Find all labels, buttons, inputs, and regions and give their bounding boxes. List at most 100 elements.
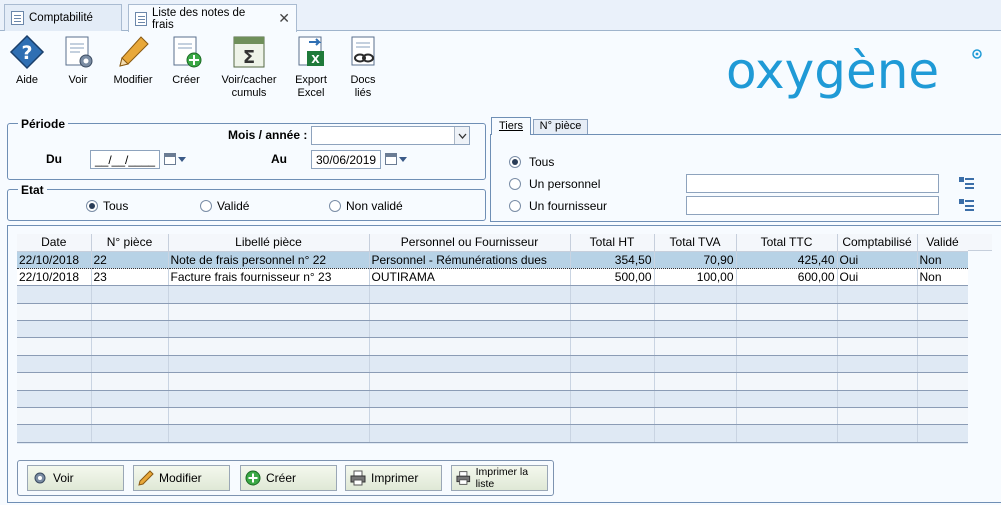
bottom-imprimer-button[interactable]: Imprimer <box>345 465 442 491</box>
column-header[interactable]: Total TTC <box>736 234 838 252</box>
du-date-field[interactable]: __/__/____ <box>90 150 160 169</box>
view-document-icon <box>65 36 93 68</box>
table-cell: 23 <box>91 268 169 287</box>
table-cell <box>369 372 571 391</box>
table-cell <box>17 320 92 339</box>
etat-radio-tous[interactable] <box>86 200 98 212</box>
table-row[interactable] <box>17 355 968 374</box>
calendar-icon[interactable] <box>385 153 397 165</box>
table-cell <box>654 407 737 426</box>
table-cell <box>168 424 370 443</box>
tab-tiers[interactable]: Tiers <box>491 117 531 135</box>
table-row[interactable] <box>17 390 968 409</box>
bottom-modifier-button[interactable]: Modifier <box>133 465 230 491</box>
table-cell: Oui <box>837 268 918 287</box>
personnel-input[interactable] <box>686 174 939 193</box>
table-cell <box>369 337 571 356</box>
table-cell: 100,00 <box>654 268 737 287</box>
column-header[interactable]: Date <box>17 234 92 252</box>
table-cell <box>17 372 92 391</box>
select-list-icon[interactable] <box>958 198 975 212</box>
voir-cacher-cumuls-button[interactable]: Σ Voir/cacher cumuls <box>218 34 280 100</box>
column-header[interactable]: Comptabilisé <box>837 234 918 252</box>
table-cell <box>168 320 370 339</box>
tiers-radio-personnel[interactable] <box>509 178 521 190</box>
table-cell <box>837 303 918 322</box>
table-row[interactable] <box>17 285 968 304</box>
table-cell <box>168 390 370 409</box>
table-cell <box>837 355 918 374</box>
table-row[interactable] <box>17 337 968 356</box>
column-header[interactable]: Personnel ou Fournisseur <box>369 234 571 252</box>
table-cell <box>736 372 838 391</box>
modifier-button[interactable]: Modifier <box>106 34 160 100</box>
voir-button[interactable]: Voir <box>51 34 105 100</box>
calendar-icon[interactable] <box>164 153 176 165</box>
table-cell <box>736 390 838 409</box>
table-row[interactable]: 22/10/2018 22 Note de frais personnel n° 2… <box>17 250 968 269</box>
etat-radio-valide[interactable] <box>200 200 212 212</box>
export-excel-button[interactable]: X Export Excel <box>284 34 338 100</box>
help-icon: ? <box>9 34 45 70</box>
svg-text:X: X <box>311 53 320 66</box>
etat-radio-non-valide[interactable] <box>329 200 341 212</box>
tiers-label-personnel: Un personnel <box>529 177 601 191</box>
logo-text: oxygène <box>726 48 939 100</box>
notes-table-container: Date N° pièce Libellé pièce Personnel ou Fo… <box>17 234 968 444</box>
tiers-radio-tous[interactable] <box>509 156 521 168</box>
column-header[interactable]: Total HT <box>570 234 655 252</box>
bottom-voir-button[interactable]: Voir <box>27 465 124 491</box>
table-cell <box>91 285 169 304</box>
bottom-imprimer-liste-button[interactable]: Imprimer la liste <box>451 465 548 491</box>
tiers-radio-fournisseur[interactable] <box>509 200 521 212</box>
au-date-field[interactable]: 30/06/2019 <box>311 150 381 169</box>
mois-annee-select[interactable] <box>311 126 470 145</box>
tab-n-piece[interactable]: N° pièce <box>533 119 588 134</box>
dropdown-arrow-icon[interactable] <box>399 157 407 162</box>
table-cell <box>17 390 92 409</box>
plus-icon <box>245 470 261 486</box>
table-cell <box>736 424 838 443</box>
table-row[interactable]: 22/10/2018 23 Facture frais fournisseur n°… <box>17 268 968 287</box>
table-cell <box>654 303 737 322</box>
aide-button[interactable]: ? Aide <box>0 34 54 100</box>
tab-liste-notes-de-frais[interactable]: Liste des notes de frais ✕ <box>128 4 297 32</box>
column-header[interactable]: N° pièce <box>91 234 169 252</box>
table-cell <box>369 285 571 304</box>
table-cell <box>837 320 918 339</box>
tab-comptabilite[interactable]: Comptabilité <box>4 4 122 31</box>
creer-button[interactable]: Créer <box>159 34 213 100</box>
close-tab-icon[interactable]: ✕ <box>278 10 290 27</box>
chevron-down-icon[interactable] <box>454 127 469 144</box>
table-row[interactable] <box>17 320 968 339</box>
fournisseur-input[interactable] <box>686 196 939 215</box>
table-cell <box>570 424 655 443</box>
table-cell: 22/10/2018 <box>17 250 92 269</box>
table-cell <box>168 407 370 426</box>
column-header[interactable]: Total TVA <box>654 234 737 252</box>
new-document-icon <box>173 36 202 68</box>
select-list-icon[interactable] <box>958 176 975 190</box>
du-label: Du <box>46 152 62 166</box>
table-cell: Non <box>917 268 968 287</box>
table-cell: 500,00 <box>570 268 655 287</box>
table-row[interactable] <box>17 372 968 391</box>
bottom-creer-button[interactable]: Créer <box>240 465 337 491</box>
tiers-label-tous: Tous <box>529 155 555 169</box>
table-cell <box>369 424 571 443</box>
dropdown-arrow-icon[interactable] <box>178 157 186 162</box>
table-row[interactable] <box>17 407 968 426</box>
oxygene-logo: oxygène <box>726 48 982 100</box>
etat-title: Etat <box>18 183 47 197</box>
periode-title: Période <box>18 117 69 131</box>
table-cell <box>837 424 918 443</box>
table-cell <box>570 285 655 304</box>
tab-label: Comptabilité <box>29 12 93 24</box>
table-cell <box>917 407 968 426</box>
column-header[interactable]: Validé <box>917 234 968 252</box>
docs-lies-button[interactable]: Docs liés <box>336 34 390 100</box>
au-label: Au <box>271 152 287 166</box>
table-row[interactable] <box>17 303 968 322</box>
table-row[interactable] <box>17 424 968 443</box>
column-header[interactable]: Libellé pièce <box>168 234 370 252</box>
